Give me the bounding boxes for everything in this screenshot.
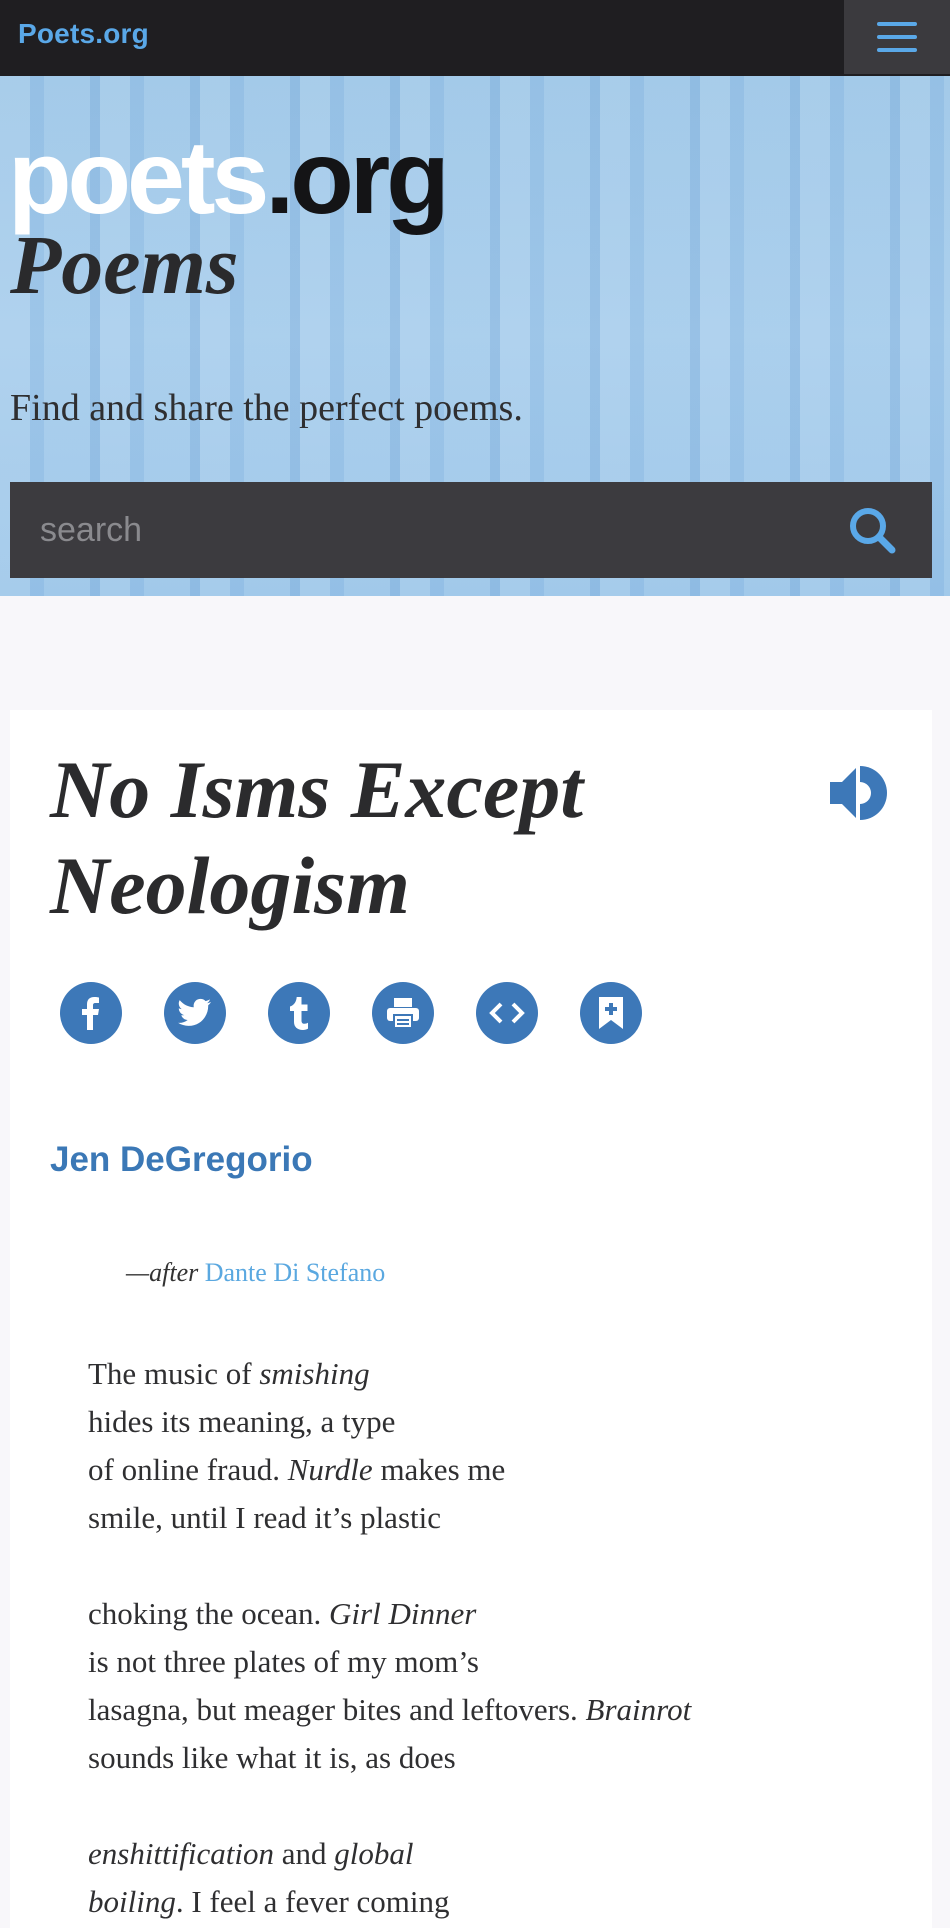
poem-stanza: choking the ocean. Girl Dinner is not thr… <box>88 1590 908 1782</box>
poem-line: enshittification and global <box>88 1830 908 1878</box>
poem-stanza: The music of smishing hides its meaning, … <box>88 1350 908 1542</box>
dedication: —after Dante Di Stefano <box>126 1258 385 1288</box>
search-input[interactable] <box>40 502 820 558</box>
poem-text-run: . I feel a fever coming <box>175 1884 450 1919</box>
poem-line: hides its meaning, a type <box>88 1398 908 1446</box>
audio-play-icon <box>830 766 887 820</box>
poem-text-run: Girl Dinner <box>329 1596 477 1631</box>
dedication-poet-link[interactable]: Dante Di Stefano <box>205 1258 386 1287</box>
poem-line: The music of smishing <box>88 1350 908 1398</box>
twitter-share-button[interactable] <box>164 982 226 1044</box>
bookmark-add-icon <box>599 997 623 1029</box>
top-bar: Poets.org <box>0 0 950 76</box>
menu-button[interactable] <box>844 0 950 74</box>
poem-text-run: enshittification <box>88 1836 274 1871</box>
facebook-icon <box>82 997 99 1030</box>
poem-text-run: sounds like what it is, as does <box>88 1740 456 1775</box>
poem-text-run: of online fraud. <box>88 1452 288 1487</box>
poem-text-run: smile, until I read it’s plastic <box>88 1500 441 1535</box>
poem-text-run: The music of <box>88 1356 260 1391</box>
poem-text-run: smishing <box>259 1356 370 1391</box>
poem-line: is not three plates of my mom’s <box>88 1638 908 1686</box>
poem-text-run: boiling <box>88 1884 176 1919</box>
print-icon <box>387 998 419 1029</box>
search-icon <box>850 508 896 554</box>
poem-text-run: Brainrot <box>585 1692 692 1727</box>
section-title: Poems <box>10 219 239 312</box>
poem-text-run: choking the ocean. <box>88 1596 330 1631</box>
share-toolbar <box>60 982 642 1044</box>
embed-button[interactable] <box>476 982 538 1044</box>
dedication-prefix: —after <box>126 1258 199 1287</box>
section-subtitle: Find and share the perfect poems. <box>10 387 523 429</box>
hamburger-menu-icon <box>877 22 917 52</box>
author-link[interactable]: Jen DeGregorio <box>50 1140 313 1180</box>
twitter-icon <box>178 998 211 1026</box>
poem-text-run: and <box>274 1836 335 1871</box>
poem-line: of online fraud. Nurdle makes me <box>88 1446 908 1494</box>
poem-line: sounds like what it is, as does <box>88 1734 908 1782</box>
poem-card: No Isms Except Neologism Jen DeGregorio … <box>10 710 932 1928</box>
poem-line: choking the ocean. Girl Dinner <box>88 1590 908 1638</box>
poem-line: smile, until I read it’s plastic <box>88 1494 908 1542</box>
poem-text-run: global <box>334 1836 414 1871</box>
poem-text-run: makes me <box>372 1452 506 1487</box>
hero-banner: poets.org Poems Find and share the perfe… <box>0 76 950 596</box>
print-button[interactable] <box>372 982 434 1044</box>
facebook-share-button[interactable] <box>60 982 122 1044</box>
poem-text-run: Nurdle <box>287 1452 373 1487</box>
embed-icon <box>489 1002 525 1024</box>
search-button[interactable] <box>846 504 898 556</box>
search-bar <box>10 482 932 578</box>
tumblr-icon <box>290 997 308 1030</box>
tumblr-share-button[interactable] <box>268 982 330 1044</box>
poem-text-run: hides its meaning, a type <box>88 1404 396 1439</box>
bookmark-button[interactable] <box>580 982 642 1044</box>
audio-button[interactable] <box>826 760 892 826</box>
poem-line: lasagna, but meager bites and leftovers.… <box>88 1686 908 1734</box>
poem-text-run: lasagna, but meager bites and leftovers. <box>88 1692 586 1727</box>
poem-title: No Isms Except Neologism <box>50 744 583 931</box>
site-home-link[interactable]: Poets.org <box>18 18 149 50</box>
poets-org-logo[interactable]: poets.org <box>8 126 450 230</box>
poem-line: boiling. I feel a fever coming <box>88 1878 908 1926</box>
poem-body: The music of smishing hides its meaning, … <box>88 1350 908 1928</box>
poem-text-run: is not three plates of my mom’s <box>88 1644 479 1679</box>
poem-stanza: enshittification and global boiling. I fe… <box>88 1830 908 1926</box>
